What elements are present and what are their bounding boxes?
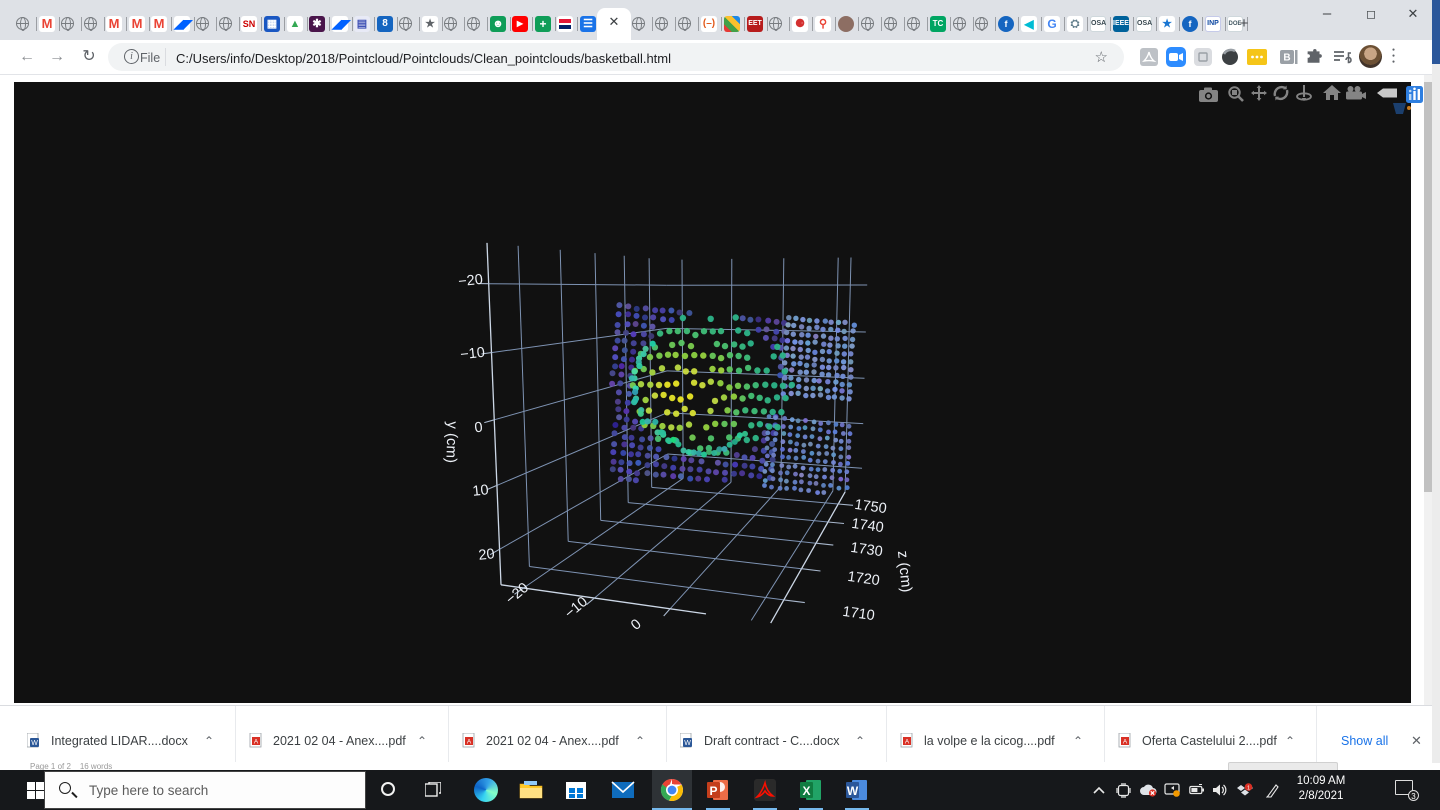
svg-text:y (cm): y (cm) — [442, 421, 460, 463]
svg-text:W: W — [847, 784, 859, 798]
svg-text:10: 10 — [472, 482, 490, 500]
svg-text:A: A — [467, 739, 472, 746]
svg-text:X: X — [802, 784, 810, 798]
svg-text:A: A — [254, 739, 259, 746]
svg-text:−10: −10 — [460, 345, 486, 363]
svg-text:A: A — [905, 739, 910, 746]
svg-text:P: P — [709, 784, 717, 798]
svg-text:20: 20 — [478, 546, 496, 564]
svg-text:W: W — [31, 740, 38, 747]
svg-text:0: 0 — [474, 420, 484, 437]
svg-text:A: A — [1123, 739, 1128, 746]
svg-text:−20: −20 — [458, 272, 484, 290]
svg-text:1: 1 — [1247, 786, 1250, 792]
svg-text:W: W — [684, 740, 691, 747]
svg-text:B: B — [1283, 53, 1290, 64]
